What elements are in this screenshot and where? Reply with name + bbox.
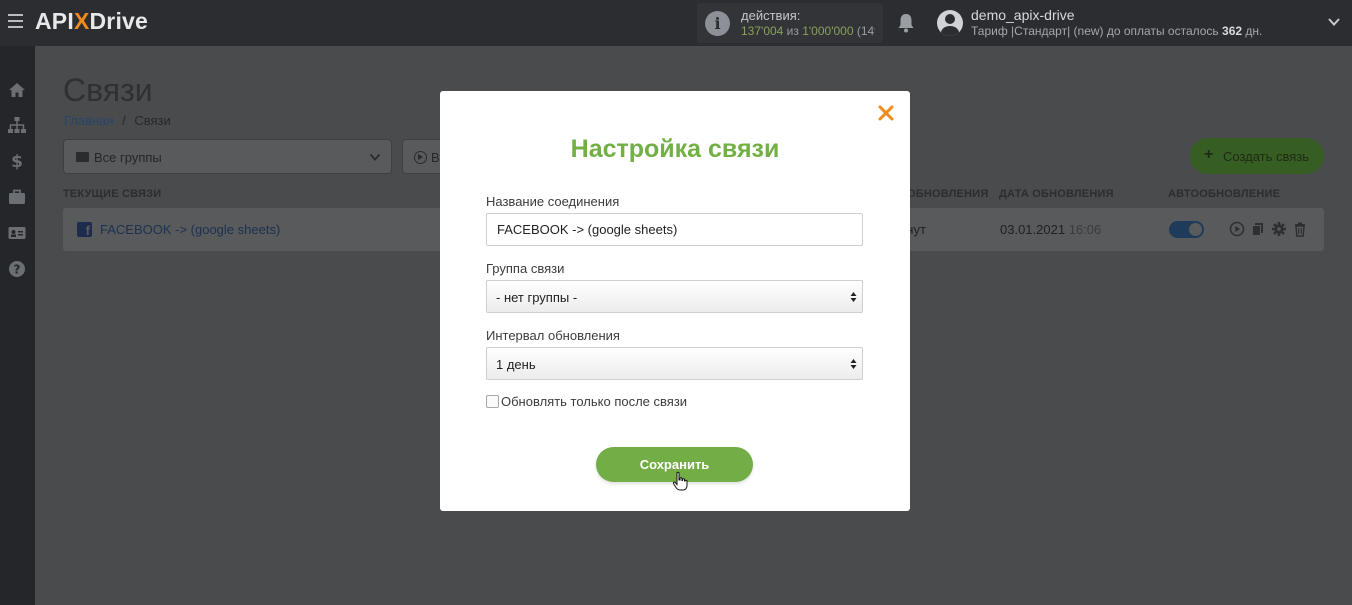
modal-title: Настройка связи	[570, 135, 780, 163]
username[interactable]: demo_apix-drive	[971, 7, 1075, 23]
logo[interactable]: APIXDrive	[35, 8, 148, 35]
menu-icon[interactable]	[8, 14, 23, 28]
create-connection-button[interactable]: + Создать связь	[1190, 138, 1324, 174]
facebook-icon: f	[77, 222, 92, 238]
info-icon: i	[705, 11, 730, 36]
select-arrows-icon	[850, 359, 857, 369]
group-select[interactable]: - нет группы -	[486, 280, 863, 313]
plus-icon: +	[1204, 146, 1214, 163]
group-filter-value: Все группы	[94, 150, 162, 165]
play-circle-icon	[414, 151, 427, 164]
folder-icon	[76, 152, 89, 162]
sitemap-icon[interactable]	[7, 115, 27, 135]
actions-label: действия:	[741, 8, 801, 23]
dollar-icon[interactable]: $	[7, 151, 27, 171]
svg-text:?: ?	[14, 263, 21, 277]
updated-date-cell: 03.01.2021 16:06	[1000, 222, 1102, 237]
chevron-down-icon[interactable]	[1327, 15, 1341, 29]
breadcrumb: Главная / Связи	[64, 113, 171, 128]
gear-icon[interactable]	[1271, 221, 1287, 237]
status-filter-label: В	[431, 150, 440, 165]
actions-counter: i действия: 137'004 из 1'000'000 (14%	[697, 3, 883, 43]
interval-select[interactable]: 1 день	[486, 347, 863, 380]
interval-select-value: 1 день	[496, 357, 536, 372]
header-autoupdate: АВТООБНОВЛЕНИЕ	[1168, 188, 1281, 200]
top-bar: APIXDrive i действия: 137'004 из 1'000'0…	[0, 0, 1352, 46]
breadcrumb-home-link[interactable]: Главная	[64, 113, 113, 128]
group-select-value: - нет группы -	[496, 290, 578, 305]
home-icon[interactable]	[7, 80, 27, 100]
connection-name-label: Название соединения	[486, 194, 620, 209]
plan-info: Тариф |Стандарт| (new) до оплаты осталос…	[971, 24, 1263, 38]
trash-icon[interactable]	[1292, 221, 1308, 237]
breadcrumb-current: Связи	[134, 113, 171, 128]
update-after-label[interactable]: Обновлять только после связи	[501, 394, 687, 409]
sidebar: $ ?	[0, 46, 35, 605]
breadcrumb-separator: /	[122, 113, 126, 128]
select-arrows-icon	[850, 292, 857, 302]
copy-icon[interactable]	[1250, 221, 1266, 237]
bell-icon[interactable]	[897, 13, 915, 33]
connection-settings-modal: Настройка связи Название соединения Груп…	[440, 91, 910, 511]
chevron-down-icon	[369, 153, 381, 161]
hand-cursor-icon	[672, 471, 688, 491]
header-interval: ОБНОВЛЕНИЯ	[907, 188, 989, 200]
connection-name-field[interactable]	[486, 213, 863, 246]
help-icon[interactable]: ?	[7, 259, 27, 279]
autoupdate-toggle[interactable]	[1169, 221, 1204, 238]
group-label: Группа связи	[486, 261, 565, 276]
close-icon[interactable]	[877, 104, 895, 122]
svg-text:$: $	[11, 152, 23, 171]
contact-card-icon[interactable]	[7, 223, 27, 243]
group-filter-select[interactable]: Все группы	[63, 139, 392, 174]
header-updated: ДАТА ОБНОВЛЕНИЯ	[999, 188, 1114, 200]
play-icon[interactable]	[1229, 221, 1245, 237]
briefcase-icon[interactable]	[7, 187, 27, 207]
avatar[interactable]	[937, 10, 963, 36]
create-connection-label: Создать связь	[1223, 149, 1310, 164]
header-current-connections: ТЕКУЩИЕ СВЯЗИ	[63, 188, 162, 200]
interval-label: Интервал обновления	[486, 328, 620, 343]
update-after-checkbox[interactable]	[486, 395, 499, 408]
page-title: Связи	[63, 72, 153, 108]
actions-count: 137'004 из 1'000'000 (14%	[741, 24, 875, 38]
connection-name-link[interactable]: FACEBOOK -> (google sheets)	[100, 222, 280, 237]
